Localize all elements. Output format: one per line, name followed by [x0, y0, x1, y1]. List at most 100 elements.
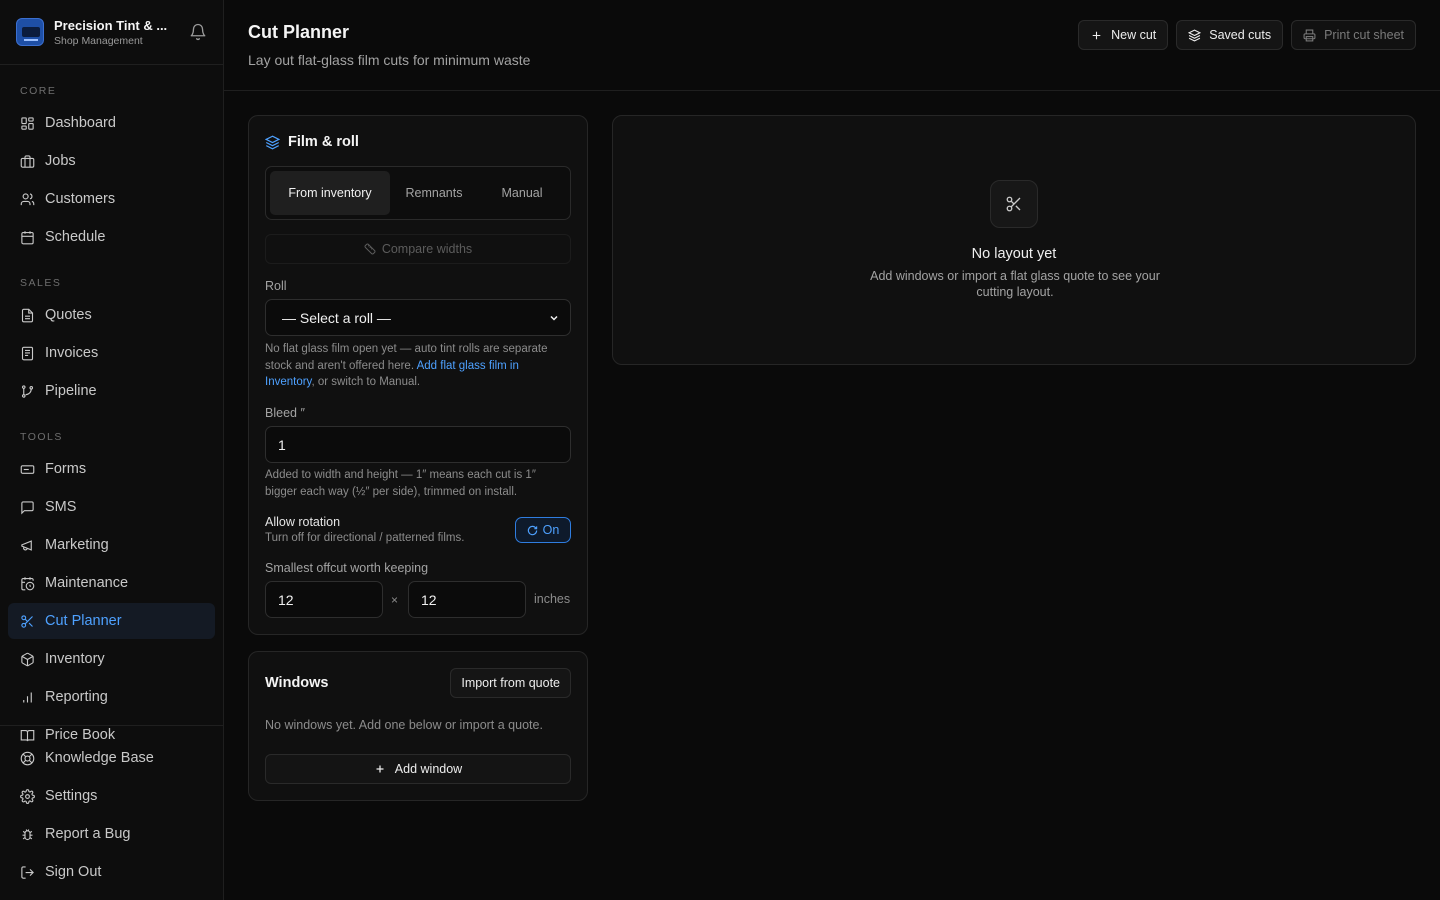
sidebar-item-label: Settings — [45, 788, 98, 804]
brand-text: Precision Tint & ... Shop Management — [54, 18, 189, 47]
allow-rotation-toggle[interactable]: On — [515, 517, 571, 543]
sidebar-item-jobs[interactable]: Jobs — [8, 143, 215, 179]
offcut-height-value: 12 — [421, 591, 437, 608]
segment-manual[interactable]: Manual — [478, 171, 566, 215]
calendar-clock-icon — [21, 576, 35, 590]
sidebar-item-knowledge-base[interactable]: Knowledge Base — [8, 740, 215, 776]
film-roll-title: Film & roll — [288, 134, 359, 150]
logout-icon — [21, 865, 34, 879]
sidebar-item-pipeline[interactable]: Pipeline — [8, 373, 215, 409]
allow-rotation-state: On — [542, 523, 560, 537]
form-icon — [20, 464, 35, 474]
header-actions: New cut Saved cuts Print cut sheet — [1078, 20, 1416, 50]
sidebar-item-label: Pipeline — [45, 383, 97, 399]
sidebar-item-cut-planner[interactable]: Cut Planner — [8, 603, 215, 639]
film-roll-heading: Film & roll — [265, 134, 359, 150]
bleed-input-value: 1 — [278, 436, 286, 453]
sidebar-item-invoices[interactable]: Invoices — [8, 335, 215, 371]
sidebar-item-dashboard[interactable]: Dashboard — [8, 105, 215, 141]
sidebar-item-label: Forms — [45, 461, 87, 477]
sidebar-item-report-bug[interactable]: Report a Bug — [8, 816, 215, 852]
plus-icon — [376, 765, 384, 773]
page-subtitle: Lay out flat-glass film cuts for minimum… — [248, 52, 531, 68]
sidebar-item-marketing[interactable]: Marketing — [8, 527, 215, 563]
chevron-down-icon — [550, 315, 558, 321]
offcut-width-value: 12 — [278, 591, 294, 608]
section-label-tools: TOOLS — [20, 431, 63, 443]
roll-help-suffix: , or switch to Manual. — [311, 376, 421, 388]
bleed-label: Bleed ″ — [265, 406, 305, 420]
sidebar-item-schedule[interactable]: Schedule — [8, 219, 215, 255]
sidebar-item-label: Jobs — [45, 153, 76, 169]
sidebar-item-label: Customers — [45, 191, 116, 207]
bug-icon — [22, 828, 33, 840]
offcut-times-symbol: × — [391, 593, 399, 607]
bell-icon[interactable] — [189, 23, 207, 41]
sidebar-item-label: Invoices — [45, 345, 99, 361]
rotate-icon — [527, 525, 537, 535]
sidebar-item-sms[interactable]: SMS — [8, 489, 215, 525]
main-content: Cut Planner Lay out flat-glass film cuts… — [224, 0, 1440, 900]
offcut-width-input[interactable]: 12 — [265, 581, 383, 618]
print-cut-sheet-label: Print cut sheet — [1324, 28, 1404, 42]
nav-bottom: Knowledge Base Settings Report a Bug Sig… — [0, 725, 223, 892]
bleed-input[interactable]: 1 — [265, 426, 571, 463]
sidebar-item-quotes[interactable]: Quotes — [8, 297, 215, 333]
section-label-sales: SALES — [20, 277, 62, 289]
add-window-button[interactable]: Add window — [265, 754, 571, 784]
sidebar-item-settings[interactable]: Settings — [8, 778, 215, 814]
windows-title: Windows — [265, 675, 329, 691]
empty-state-icon-box — [990, 180, 1038, 228]
brand-logo — [16, 18, 44, 46]
sidebar-item-reporting[interactable]: Reporting — [8, 679, 215, 715]
allow-rotation-title: Allow rotation — [265, 515, 341, 529]
scissors-icon — [21, 614, 33, 628]
roll-select[interactable]: — Select a roll — — [265, 299, 571, 336]
saved-cuts-label: Saved cuts — [1209, 28, 1272, 42]
nav-core: CORE Dashboard Jobs Customers Schedule S… — [0, 65, 223, 753]
sidebar-item-maintenance[interactable]: Maintenance — [8, 565, 215, 601]
allow-rotation-subtitle: Turn off for directional / patterned fil… — [265, 532, 465, 544]
source-segmented-control: From inventory Remnants Manual — [265, 166, 571, 220]
sidebar-item-forms[interactable]: Forms — [8, 451, 215, 487]
sidebar-item-label: Dashboard — [45, 115, 116, 131]
segment-from-inventory[interactable]: From inventory — [270, 171, 390, 215]
sidebar-item-label: Sign Out — [45, 864, 102, 880]
offcut-label: Smallest offcut worth keeping — [265, 561, 429, 575]
roll-help-text: No flat glass film open yet — auto tint … — [265, 341, 571, 391]
sidebar-item-sign-out[interactable]: Sign Out — [8, 854, 215, 890]
sidebar-item-inventory[interactable]: Inventory — [8, 641, 215, 677]
empty-state-title: No layout yet — [971, 246, 1057, 262]
sidebar-item-label: Maintenance — [45, 575, 129, 591]
sidebar-item-customers[interactable]: Customers — [8, 181, 215, 217]
saved-cuts-button[interactable]: Saved cuts — [1176, 20, 1284, 50]
lifebuoy-icon — [20, 751, 35, 765]
import-from-quote-button[interactable]: Import from quote — [450, 668, 571, 698]
scissors-icon — [1006, 196, 1021, 212]
sidebar-item-label: SMS — [45, 499, 77, 515]
sidebar: Precision Tint & ... Shop Management COR… — [0, 0, 224, 900]
brand-subtitle: Shop Management — [54, 34, 143, 47]
compare-widths-label: Compare widths — [381, 242, 473, 256]
document-icon — [21, 308, 34, 322]
layers-icon — [1188, 28, 1202, 42]
briefcase-icon — [20, 154, 35, 168]
print-cut-sheet-button[interactable]: Print cut sheet — [1291, 20, 1416, 50]
offcut-height-input[interactable]: 12 — [408, 581, 526, 618]
dashboard-icon — [21, 116, 34, 130]
new-cut-button[interactable]: New cut — [1078, 20, 1169, 50]
calendar-icon — [21, 230, 34, 244]
brand-name: Precision Tint & ... — [54, 17, 168, 33]
sidebar-item-label: Schedule — [45, 229, 106, 245]
sidebar-item-label: Report a Bug — [45, 826, 131, 842]
windows-empty-text: No windows yet. Add one below or import … — [265, 718, 543, 732]
bleed-help-text: Added to width and height — 1″ means eac… — [265, 469, 536, 498]
film-roll-card: Film & roll From inventory Remnants Manu… — [248, 115, 588, 635]
gear-icon — [20, 788, 35, 804]
message-icon — [21, 500, 34, 514]
offcut-unit: inches — [534, 592, 571, 606]
segment-remnants[interactable]: Remnants — [390, 171, 478, 215]
sidebar-item-label: Inventory — [45, 651, 105, 667]
compare-widths-button[interactable]: Compare widths — [265, 234, 571, 264]
megaphone-icon — [21, 539, 32, 551]
